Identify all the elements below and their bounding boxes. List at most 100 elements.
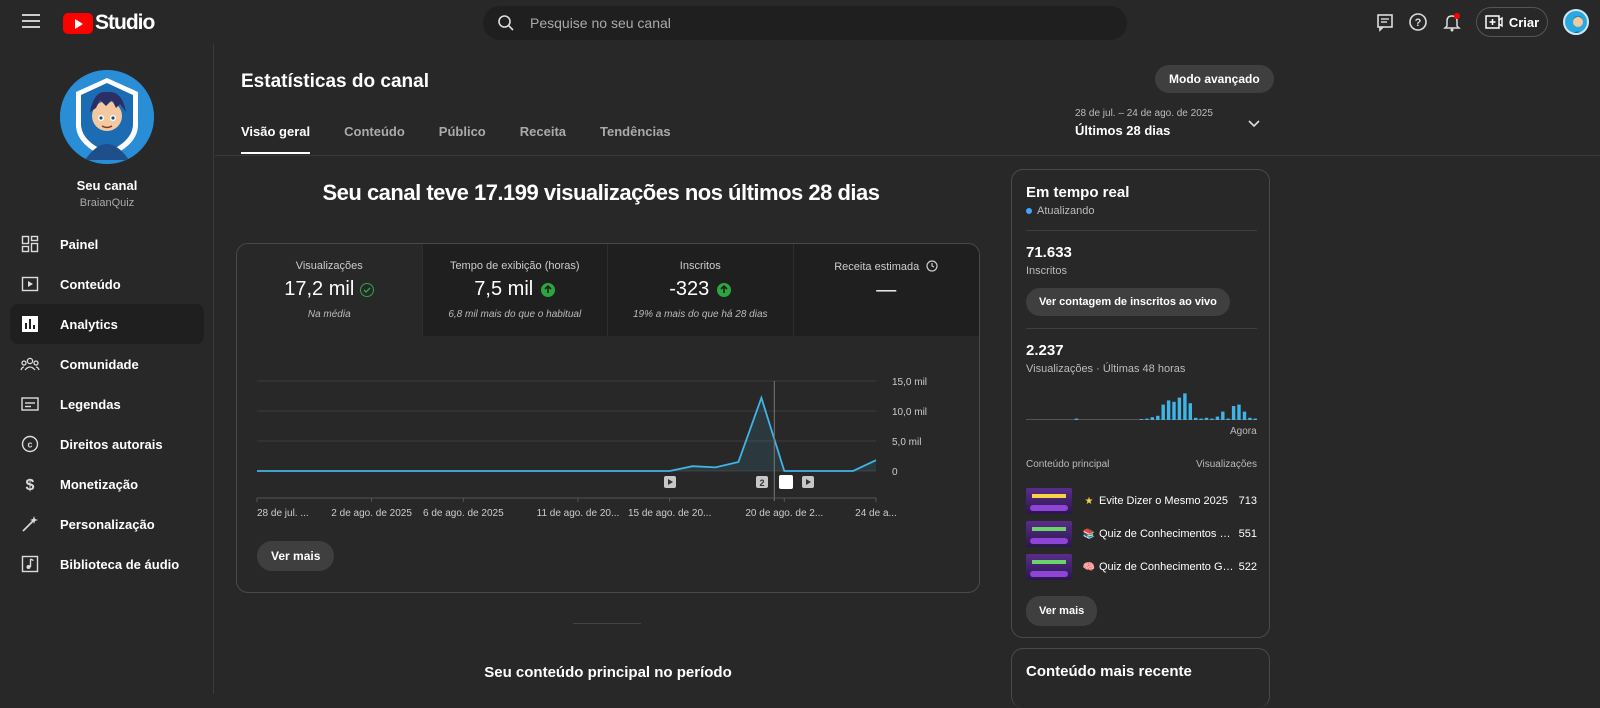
y-tick-label: 10,0 mil: [892, 407, 927, 418]
live-subscriber-count-button[interactable]: Ver contagem de inscritos ao vivo: [1026, 288, 1230, 316]
list-item[interactable]: 📚 Quiz de Conhecimentos Gerais 551: [1026, 520, 1257, 548]
realtime-now-label: Agora: [1230, 426, 1257, 437]
sidebar-item-monetizacao[interactable]: $ Monetização: [10, 464, 204, 504]
metric-value-text: -323: [669, 278, 710, 300]
sidebar: Seu canal BraianQuiz Painel Conteúdo Ana…: [0, 44, 214, 694]
dollar-icon: $: [20, 474, 40, 494]
sidebar-item-label: Legendas: [60, 396, 121, 412]
sidebar-item-comunidade[interactable]: Comunidade: [10, 344, 204, 384]
video-views: 713: [1238, 495, 1257, 507]
x-tick-label: 2 de ago. de 2025: [331, 508, 412, 519]
realtime-status-text: Atualizando: [1037, 205, 1095, 217]
tabs: Visão geral Conteúdo Público Receita Ten…: [241, 124, 705, 154]
video-title: Quiz de Conhecimentos Gerais: [1099, 528, 1234, 540]
top-bar: Studio ? Criar: [0, 0, 1600, 44]
sidebar-item-direitos-autorais[interactable]: c Direitos autorais: [10, 424, 204, 464]
feedback-icon[interactable]: [1374, 11, 1396, 33]
realtime-see-more-button[interactable]: Ver mais: [1026, 596, 1098, 626]
metric-value-text: 7,5 mil: [474, 278, 534, 300]
realtime-views-bar-chart: [1026, 393, 1257, 420]
selected-marker-icon: [779, 475, 793, 489]
metric-value: —: [794, 279, 980, 302]
sidebar-item-personalizacao[interactable]: Personalização: [10, 504, 204, 544]
search-bar[interactable]: [483, 6, 1127, 40]
realtime-bar: [1242, 411, 1247, 420]
list-item[interactable]: 🧠 Quiz de Conhecimento Geral 522: [1026, 553, 1257, 581]
tab-publico[interactable]: Público: [439, 124, 486, 154]
tab-visao-geral[interactable]: Visão geral: [241, 124, 311, 154]
advanced-mode-button[interactable]: Modo avançado: [1155, 65, 1274, 93]
help-icon[interactable]: ?: [1407, 11, 1429, 33]
series-line: [257, 394, 877, 472]
realtime-bar: [1194, 417, 1198, 420]
realtime-bar: [1210, 418, 1214, 420]
check-circle-icon: [360, 282, 375, 297]
video-views: 522: [1238, 561, 1257, 573]
search-input[interactable]: [530, 6, 1090, 40]
channel-handle: BraianQuiz: [79, 197, 135, 209]
realtime-views-label: Visualizações · Últimas 48 horas: [1026, 363, 1186, 375]
sidebar-item-label: Biblioteca de áudio: [60, 556, 180, 572]
x-tick-label: 6 de ago. de 2025: [423, 508, 504, 519]
video-title: Evite Dizer o Mesmo 2025: [1099, 495, 1228, 507]
sidebar-item-label: Monetização: [60, 476, 139, 492]
sidebar-item-analytics[interactable]: Analytics: [10, 304, 204, 344]
metric-value: 17,2 mil: [237, 278, 422, 301]
create-button[interactable]: Criar: [1476, 7, 1548, 37]
chevron-down-icon[interactable]: [1247, 119, 1261, 129]
realtime-bar: [1161, 404, 1165, 420]
metric-views[interactable]: Visualizações 17,2 mil Na média: [237, 244, 423, 336]
channel-avatar[interactable]: [60, 70, 154, 164]
date-range-selector[interactable]: 28 de jul. – 24 de ago. de 2025 Últimos …: [1075, 108, 1275, 138]
metrics-row: Visualizações 17,2 mil Na média Tempo de…: [237, 244, 979, 336]
x-tick-label: 20 de ago. de 2...: [745, 508, 823, 519]
realtime-views-header: Visualizações: [1196, 459, 1257, 470]
realtime-bar: [1172, 401, 1176, 420]
sidebar-item-conteudo[interactable]: Conteúdo: [10, 264, 204, 304]
tab-tendencias[interactable]: Tendências: [600, 124, 671, 154]
metric-subscribers[interactable]: Inscritos -323 19% a mais do que há 28 d…: [608, 244, 794, 336]
realtime-content-header: Conteúdo principal: [1026, 459, 1110, 470]
sidebar-item-label: Conteúdo: [60, 276, 121, 292]
studio-logo[interactable]: Studio: [63, 11, 155, 35]
magic-wand-icon: [20, 514, 40, 534]
list-item[interactable]: ★ Evite Dizer o Mesmo 2025 713: [1026, 487, 1257, 515]
metric-note: Na média: [307, 309, 351, 320]
video-thumbnail: [1026, 521, 1072, 547]
menu-icon[interactable]: [22, 14, 40, 28]
metric-label-text: Receita estimada: [834, 261, 920, 273]
top-content-title: Seu conteúdo principal no período: [484, 664, 732, 681]
realtime-bar: [1199, 418, 1203, 420]
series-area: [257, 397, 876, 471]
x-tick-label: 15 de ago. de 20...: [628, 508, 711, 519]
metric-label: Receita estimada: [794, 260, 980, 273]
realtime-bar: [1177, 397, 1182, 420]
search-icon: [498, 15, 514, 31]
notifications-icon[interactable]: [1441, 11, 1463, 33]
account-avatar[interactable]: [1563, 9, 1589, 35]
sidebar-item-biblioteca-de-audio[interactable]: Biblioteca de áudio: [10, 544, 204, 584]
video-title: Quiz de Conhecimento Geral: [1099, 561, 1234, 573]
sidebar-nav: Painel Conteúdo Analytics Comunidade Leg…: [10, 224, 204, 584]
header-divider: [215, 155, 1600, 156]
y-tick-label: 15,0 mil: [892, 377, 927, 388]
views-line-chart: 15,0 mil 10,0 mil 5,0 mil 0 28 de jul. ... 2 …: [256, 377, 927, 519]
realtime-subscribers-value: 71.633: [1026, 244, 1072, 261]
metric-note: 19% a mais do que há 28 dias: [632, 309, 768, 320]
sidebar-item-legendas[interactable]: Legendas: [10, 384, 204, 424]
realtime-bar: [1139, 419, 1144, 420]
recent-content-card: Conteúdo mais recente: [1011, 648, 1270, 708]
realtime-bar: [1188, 403, 1192, 420]
overview-headline: Seu canal teve 17.199 visualizações nos …: [322, 180, 880, 205]
see-more-button[interactable]: Ver mais: [257, 541, 335, 571]
tab-receita[interactable]: Receita: [520, 124, 566, 154]
realtime-bar: [1145, 418, 1149, 420]
metric-watch-time[interactable]: Tempo de exibição (horas) 7,5 mil 6,8 mi…: [422, 244, 608, 336]
sidebar-item-painel[interactable]: Painel: [10, 224, 204, 264]
tab-conteudo[interactable]: Conteúdo: [344, 124, 405, 154]
create-video-icon: [1485, 15, 1503, 29]
metric-note: 6,8 mil mais do que o habitual: [448, 309, 582, 320]
arrow-up-icon: [717, 282, 732, 297]
metric-revenue[interactable]: Receita estimada —: [793, 244, 980, 336]
metric-label: Inscritos: [679, 260, 721, 272]
